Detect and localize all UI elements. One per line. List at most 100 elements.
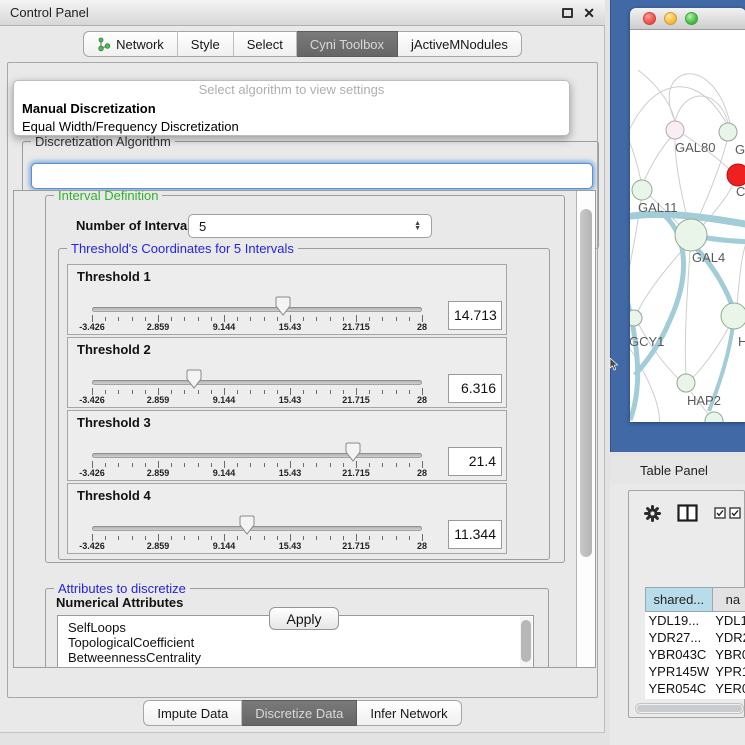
tab-network[interactable]: Network xyxy=(83,31,178,57)
table-cell: YDR2 xyxy=(712,629,745,646)
zoom-traffic-light-icon[interactable] xyxy=(685,12,698,25)
table-row[interactable]: YER054CYER0 xyxy=(646,680,745,697)
table-panel-titlebar[interactable]: Table Panel xyxy=(610,456,745,484)
table-row[interactable]: YBR045CYBR0 xyxy=(646,697,745,700)
slider-thumb[interactable] xyxy=(275,296,291,316)
cyni-bottom-tab-bar: Impute DataDiscretize DataInfer Network xyxy=(0,700,605,726)
table-hscrollbar-thumb[interactable] xyxy=(637,705,742,712)
tab-impute-data[interactable]: Impute Data xyxy=(143,700,242,726)
table-cell: YER0 xyxy=(712,680,745,697)
algorithm-combo[interactable] xyxy=(31,163,593,189)
slider-track[interactable] xyxy=(92,453,422,458)
node-label: HAP2 xyxy=(687,393,721,408)
network-window: GAL80GACGAL11GAL4GCY1HHAP2 xyxy=(630,8,745,422)
network-node-gcy1[interactable] xyxy=(630,310,642,326)
num-intervals-combo[interactable]: 5 ▲▼ xyxy=(188,214,432,238)
slider-thumb[interactable] xyxy=(186,369,202,389)
thresholds-container: Threshold 1-3.4262.8599.14415.4321.71528… xyxy=(67,264,507,556)
table-hscrollbar[interactable] xyxy=(635,703,744,714)
table-row[interactable]: YDL19...YDL1 xyxy=(646,612,745,629)
settings-scrollbar[interactable] xyxy=(576,191,595,667)
node-label: GAL11 xyxy=(638,200,678,215)
network-edge[interactable] xyxy=(630,120,641,181)
table-panel-title: Table Panel xyxy=(640,463,708,478)
tab-jactivemnodules[interactable]: jActiveMNodules xyxy=(398,31,522,57)
node-table[interactable]: shared...naYDL19...YDL1YDR27...YDR2YBR04… xyxy=(637,539,745,699)
popup-items: Manual DiscretizationEqual Width/Frequen… xyxy=(14,100,569,136)
tab-select[interactable]: Select xyxy=(234,31,297,57)
network-node-node-selected-red[interactable] xyxy=(727,164,745,186)
popup-item-equal-width-frequency-discretization[interactable]: Equal Width/Frequency Discretization xyxy=(14,118,569,136)
network-view-frame[interactable]: GAL80GACGAL11GAL4GCY1HHAP2 xyxy=(610,0,745,452)
close-icon[interactable]: ✕ xyxy=(583,7,595,19)
tab-cyni-toolbox[interactable]: Cyni Toolbox xyxy=(297,31,398,57)
node-label: GAL80 xyxy=(675,140,715,155)
cyni-toolbox-panel: Discretization Algorithm Table Data galF… xyxy=(7,62,598,698)
minimize-traffic-light-icon[interactable] xyxy=(664,12,677,25)
list-scrollbar[interactable] xyxy=(520,617,532,667)
apply-button[interactable]: Apply xyxy=(269,607,339,630)
threshold-value-field[interactable]: 21.4 xyxy=(448,447,502,476)
thresholds-group-title: Threshold's Coordinates for 5 Intervals xyxy=(67,241,298,256)
threshold-value-field[interactable]: 6.316 xyxy=(448,374,502,403)
table-row[interactable]: YPR145WYPR1 xyxy=(646,663,745,680)
threshold-value-field[interactable]: 14.713 xyxy=(448,301,502,330)
network-edge[interactable] xyxy=(675,96,728,123)
threshold-value-field[interactable]: 11.344 xyxy=(448,520,502,549)
slider-ticks xyxy=(92,461,423,468)
panel-title: Control Panel xyxy=(10,5,89,20)
network-node-node-top-right[interactable] xyxy=(719,123,737,141)
table-cell: YPR1 xyxy=(712,663,745,680)
network-window-titlebar[interactable] xyxy=(630,8,745,30)
slider-track[interactable] xyxy=(92,307,422,312)
node-label: GCY1 xyxy=(630,334,664,349)
network-node-gal80[interactable] xyxy=(666,121,684,139)
network-node-gal4[interactable] xyxy=(675,219,707,251)
column-header-shared[interactable]: shared... xyxy=(646,588,713,612)
split-columns-icon[interactable] xyxy=(677,504,698,522)
slider-track[interactable] xyxy=(92,526,422,531)
network-node-gal11[interactable] xyxy=(632,180,652,200)
network-edge[interactable] xyxy=(702,237,745,242)
network-node-hap2[interactable] xyxy=(677,374,695,392)
slider-tick-labels: -3.4262.8599.14415.4321.71528 xyxy=(92,468,422,478)
table-row[interactable]: YBR043CYBR0 xyxy=(646,646,745,663)
slider-tick-labels: -3.4262.8599.14415.4321.71528 xyxy=(92,395,422,405)
tab-style[interactable]: Style xyxy=(178,31,234,57)
settings-scrollbar-thumb[interactable] xyxy=(580,209,592,557)
checkbox-checked-icon[interactable] xyxy=(729,507,741,519)
tab-infer-network[interactable]: Infer Network xyxy=(357,700,461,726)
slider-track[interactable] xyxy=(92,380,422,385)
control-panel-titlebar[interactable]: Control Panel ✕ xyxy=(0,0,605,26)
threshold-panel-threshold-2: Threshold 2-3.4262.8599.14415.4321.71528… xyxy=(67,337,507,408)
interval-definition-title: Interval Definition xyxy=(54,191,162,203)
attribute-list-item[interactable]: TopologicalCoefficient xyxy=(68,635,533,650)
float-window-icon[interactable] xyxy=(562,8,573,18)
network-edge[interactable] xyxy=(685,251,690,374)
checkbox-checked-icon[interactable] xyxy=(714,507,726,519)
attribute-list-item[interactable]: BetweennessCentrality xyxy=(68,650,533,665)
tab-label: Select xyxy=(247,37,283,52)
gear-icon[interactable] xyxy=(644,505,661,522)
node-label: GAL4 xyxy=(692,250,725,265)
slider-thumb[interactable] xyxy=(239,515,255,535)
tab-discretize-data[interactable]: Discretize Data xyxy=(242,700,357,726)
slider-thumb[interactable] xyxy=(345,442,361,462)
list-scrollbar-thumb[interactable] xyxy=(521,620,531,662)
numerical-attributes-label: Numerical Attributes xyxy=(56,595,183,610)
slider-ticks xyxy=(92,534,423,541)
popup-item-manual-discretization[interactable]: Manual Discretization xyxy=(14,100,569,118)
column-header-na[interactable]: na xyxy=(712,588,745,612)
table-cell: YBR0 xyxy=(712,646,745,663)
interval-definition-group: Interval Definition Number of Intervals … xyxy=(45,195,565,563)
network-node-node-right-h[interactable] xyxy=(721,303,745,329)
combo-arrows-icon: ▲▼ xyxy=(414,221,421,231)
table-row[interactable]: YDR27...YDR2 xyxy=(646,629,745,646)
table-cell: YER054C xyxy=(646,680,713,697)
network-canvas[interactable]: GAL80GACGAL11GAL4GCY1HHAP2 xyxy=(630,30,745,422)
tab-label: Network xyxy=(116,37,164,52)
table-toolbar xyxy=(629,497,745,529)
close-traffic-light-icon[interactable] xyxy=(643,12,656,25)
network-edge[interactable] xyxy=(669,74,730,123)
network-edge[interactable] xyxy=(644,137,671,181)
